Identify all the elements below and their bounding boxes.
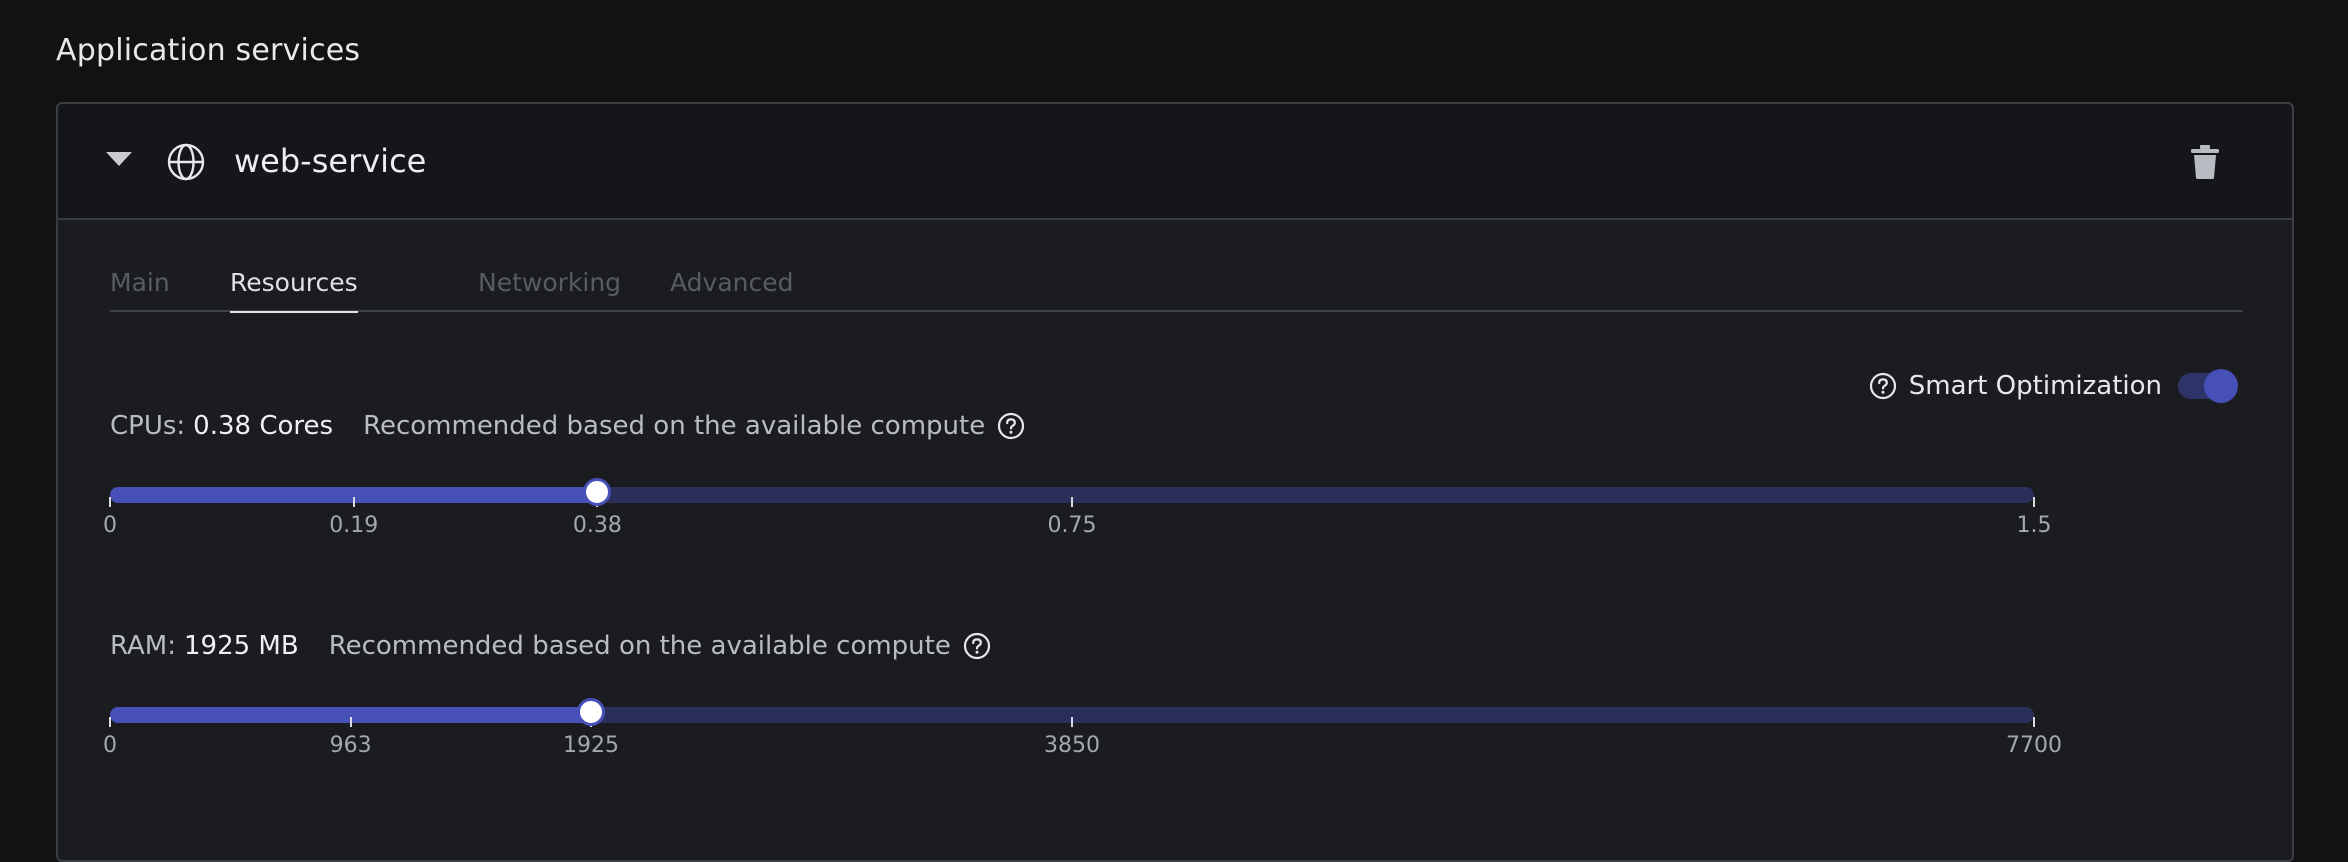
cpu-tick-label: 0.19 [329,513,379,538]
ram-slider[interactable]: 0 963 1925 3850 7700 [103,698,2062,758]
service-card: web-service Main Resources Networking Ad… [56,102,2294,862]
tab-networking[interactable]: Networking [478,268,621,311]
help-icon[interactable] [997,412,1025,440]
service-card-header[interactable]: web-service [58,104,2292,220]
ram-slider-tick [109,717,111,727]
cpu-label: CPUs: [110,411,186,441]
cpu-tick-label: 0.75 [1047,513,1097,538]
ram-tick-label: 0 [103,733,117,758]
cpu-tick-label: 0.38 [572,513,622,538]
help-icon[interactable] [1869,372,1897,400]
cpu-hint: Recommended based on the available compu… [363,411,986,441]
ram-tick-label: 1925 [563,733,619,758]
tab-main[interactable]: Main [110,268,170,311]
smart-optimization-label: Smart Optimization [1908,371,2162,401]
trash-icon[interactable] [2190,144,2220,180]
ram-slider-thumb[interactable] [577,698,605,726]
cpu-slider-tick [109,497,111,507]
service-name: web-service [234,142,427,180]
ram-tick-label: 963 [329,733,372,758]
ram-hint: Recommended based on the available compu… [328,631,951,661]
smart-optimization: Smart Optimization [1869,366,2238,406]
chevron-down-icon[interactable] [106,152,132,166]
cpu-value: 0.38 Cores [193,411,334,441]
ram-tick-label: 7700 [2006,733,2062,758]
help-icon[interactable] [963,632,991,660]
cpu-slider[interactable]: 0 0.19 0.38 0.75 1.5 [103,478,2052,538]
ram-slider-tick [1071,717,1073,727]
cpu-row: CPUs: 0.38 Cores Recommended based on th… [110,406,1025,446]
ram-tick-label: 3850 [1044,733,1100,758]
cpu-slider-tick [352,497,355,507]
ram-row: RAM: 1925 MB Recommended based on the av… [110,626,991,666]
tab-bar: Main Resources Networking Advanced [110,254,2243,313]
tab-advanced[interactable]: Advanced [670,268,794,311]
cpu-tick-label: 1.5 [2016,513,2052,538]
smart-optimization-toggle[interactable] [2178,369,2238,403]
cpu-slider-tick [2033,497,2035,507]
ram-value: 1925 MB [184,631,299,661]
globe-icon [167,143,205,181]
ram-slider-tick [2033,717,2035,727]
section-title: Application services [56,33,361,68]
ram-slider-tick [349,717,352,727]
cpu-tick-label: 0 [103,513,117,538]
cpu-slider-tick [1071,497,1073,507]
ram-label: RAM: [110,631,176,661]
toggle-knob [2204,369,2238,403]
tab-resources[interactable]: Resources [230,268,358,313]
